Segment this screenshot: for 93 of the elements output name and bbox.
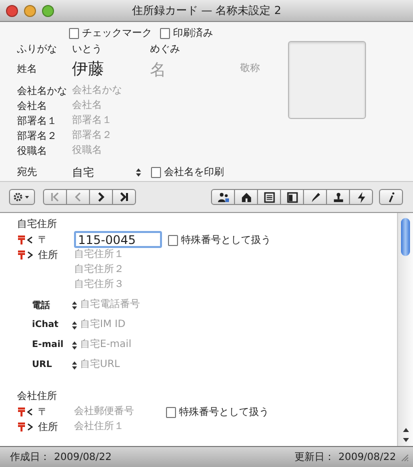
panel-icon: [286, 192, 298, 202]
field-label: iChat: [31, 320, 60, 330]
input-field[interactable]: 自宅URL: [80, 358, 220, 372]
people-icon: [218, 192, 228, 202]
field-label: 姓名: [17, 63, 38, 76]
field-value[interactable]: めぐみ: [150, 42, 240, 56]
house-icon: [240, 192, 252, 202]
window-title: 住所録カード — 名称未設定 2: [130, 3, 282, 18]
minimize-button[interactable]: [24, 4, 36, 16]
last-record-button[interactable]: [112, 189, 136, 205]
field-label: 部署名２: [17, 130, 58, 142]
input-field[interactable]: 役職名: [72, 144, 192, 158]
postal-mark-icon[interactable]: [17, 234, 35, 244]
last-icon: [119, 192, 129, 202]
field-label: 住所: [38, 248, 59, 262]
action-menu-button[interactable]: [9, 189, 35, 205]
popup-arrows-icon[interactable]: [72, 340, 77, 350]
input-field[interactable]: 自宅E-mail: [80, 338, 220, 352]
input-field[interactable]: 会社郵便番号: [74, 404, 160, 418]
input-field[interactable]: 自宅住所３: [74, 278, 204, 292]
checkbox[interactable]: [151, 167, 161, 177]
stamp-icon: [332, 192, 344, 202]
updated-date: 2009/08/22: [338, 452, 396, 462]
zoom-button[interactable]: [42, 4, 54, 16]
input-field[interactable]: 自宅電話番号: [80, 298, 220, 312]
field-label: 宛先: [17, 166, 38, 179]
popup-button[interactable]: 自宅: [72, 164, 141, 180]
checkbox-label: 印刷済み: [173, 26, 213, 40]
popup-arrows-icon[interactable]: [72, 320, 77, 330]
chevron-left-icon: [73, 192, 83, 202]
pencil-icon-button[interactable]: [303, 189, 327, 205]
first-icon: [50, 192, 60, 202]
stamp-icon-button[interactable]: [326, 189, 350, 205]
section-title: 会社住所: [17, 390, 57, 404]
field-value[interactable]: いとう: [72, 42, 150, 56]
postal-mark-icon[interactable]: [17, 406, 35, 416]
postal-code-field[interactable]: 115-0045: [74, 231, 162, 248]
field-label: 会社名かな: [17, 84, 68, 98]
close-button[interactable]: [6, 4, 18, 16]
field-label: E-mail: [31, 340, 65, 350]
popup-arrows-icon: [136, 168, 141, 176]
checkbox-label: 特殊番号として扱う: [181, 234, 271, 246]
checkbox[interactable]: [69, 28, 79, 38]
input-field[interactable]: 自宅IM ID: [80, 318, 220, 332]
field-label: 〒: [38, 234, 49, 246]
postal-mark-icon[interactable]: [17, 250, 35, 260]
input-field[interactable]: 自宅住所１: [74, 248, 204, 262]
pencil-icon: [310, 192, 320, 202]
input-field[interactable]: 会社名: [72, 98, 192, 112]
input-field[interactable]: 部署名１: [72, 114, 192, 128]
list-icon-button[interactable]: [280, 189, 304, 205]
card-icon-button[interactable]: [257, 189, 281, 205]
input-field[interactable]: 部署名２: [72, 128, 192, 142]
updated-label: 更新日：: [294, 450, 334, 464]
info-icon: [386, 192, 396, 202]
created-label: 作成日：: [10, 450, 50, 464]
checkbox[interactable]: [166, 406, 176, 416]
section-title: 自宅住所: [17, 218, 57, 232]
chevron-right-icon: [96, 192, 106, 202]
info-button[interactable]: [379, 189, 403, 205]
field-label: 会社名: [17, 100, 48, 112]
first-record-button[interactable]: [43, 189, 67, 205]
scroll-bar[interactable]: [397, 213, 413, 446]
gear-icon: [13, 192, 31, 202]
checkbox[interactable]: [160, 28, 170, 38]
resize-grip-icon[interactable]: [400, 452, 409, 462]
popup-arrows-icon[interactable]: [72, 360, 77, 370]
checkbox[interactable]: [168, 234, 178, 244]
popup-arrows-icon[interactable]: [72, 300, 77, 310]
field-value[interactable]: 伊藤: [72, 58, 150, 80]
next-record-button[interactable]: [89, 189, 113, 205]
bolt-icon: [356, 192, 366, 202]
field-label: 部署名１: [17, 114, 58, 128]
field-label: 役職名: [17, 144, 48, 158]
field-label: 〒: [38, 406, 49, 418]
checkbox-label: チェックマーク: [82, 26, 152, 40]
input-field[interactable]: 会社名かな: [72, 84, 192, 98]
checkbox-label: 特殊番号として扱う: [179, 406, 269, 418]
postal-mark-icon[interactable]: [17, 422, 35, 432]
bolt-icon-button[interactable]: [349, 189, 373, 205]
people-icon-button[interactable]: [211, 189, 235, 205]
card-icon: [264, 192, 274, 202]
input-field[interactable]: 会社住所１: [74, 420, 204, 434]
field-label: ふりがな: [17, 43, 58, 56]
field-label: 電話: [31, 299, 51, 312]
input-field[interactable]: 敬称: [240, 62, 280, 76]
checkbox-label: 会社名を印刷: [164, 166, 224, 179]
field-label: 住所: [38, 420, 59, 434]
input-field[interactable]: 自宅住所２: [74, 262, 204, 276]
input-field[interactable]: 名: [150, 59, 240, 79]
field-label: URL: [31, 360, 53, 370]
created-date: 2009/08/22: [54, 452, 112, 462]
house-icon-button[interactable]: [234, 189, 258, 205]
